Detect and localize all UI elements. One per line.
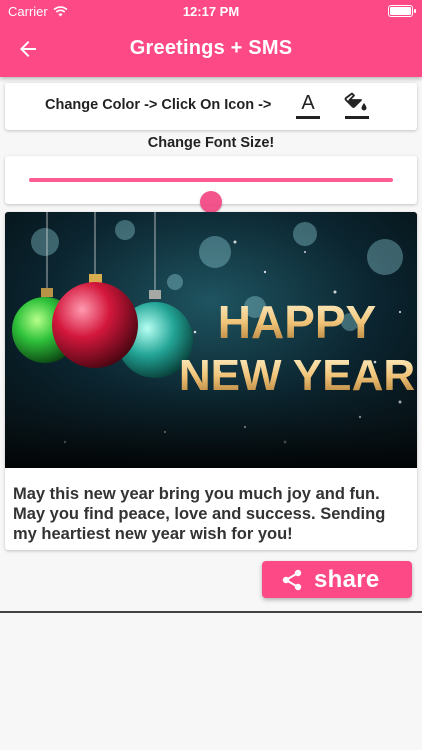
share-button[interactable]: share <box>262 561 412 598</box>
image-text-happy: HAPPY <box>218 296 376 348</box>
page-title: Greetings + SMS <box>129 37 293 59</box>
font-size-slider-thumb[interactable] <box>200 191 222 213</box>
font-size-card <box>5 156 417 213</box>
image-text-new-year: NEW YEAR <box>179 351 415 400</box>
battery-level <box>390 7 411 15</box>
app-bar: Carrier 12:17 PM Greetings + SMS <box>0 0 422 77</box>
battery-icon <box>388 5 416 17</box>
change-color-label: Change Color -> Click On Icon -> <box>45 97 272 113</box>
greeting-image: HAPPY NEW YEAR <box>5 212 417 468</box>
empty-bottom-area <box>0 613 422 750</box>
text-color-button[interactable]: A <box>294 92 322 122</box>
greeting-message[interactable]: May this new year bring you much joy and… <box>13 484 409 544</box>
fill-bucket-icon <box>344 92 367 111</box>
status-time: 12:17 PM <box>182 4 240 19</box>
fill-color-button[interactable] <box>343 92 371 122</box>
font-size-label: Change Font Size! <box>147 135 275 151</box>
share-label: share <box>314 565 380 593</box>
share-icon <box>282 569 302 590</box>
status-bar: Carrier 12:17 PM <box>0 0 422 22</box>
font-size-slider-track[interactable] <box>29 178 393 213</box>
text-color-icon: A <box>301 92 315 114</box>
fill-color-swatch <box>345 116 369 119</box>
color-controls-card: Change Color -> Click On Icon -> A <box>5 83 417 130</box>
greeting-card: HAPPY NEW YEAR May this new year bring y… <box>5 212 417 550</box>
text-color-swatch <box>296 116 320 119</box>
